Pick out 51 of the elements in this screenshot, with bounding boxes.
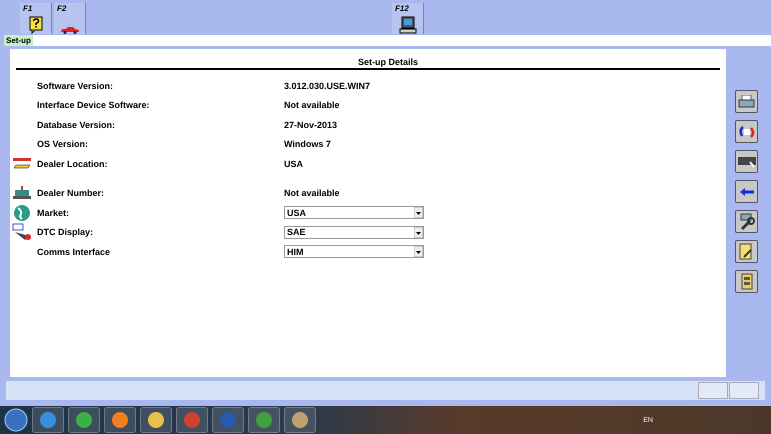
tool-button[interactable]	[735, 90, 758, 113]
computer-icon	[398, 16, 416, 34]
tool-button[interactable]	[735, 150, 758, 173]
field-label: Dealer Location:	[36, 158, 109, 169]
dropdown-field[interactable]: USA	[284, 206, 424, 220]
taskbar-app-button[interactable]	[104, 407, 136, 433]
field-label: Market:	[36, 208, 70, 218]
function-key-button[interactable]: F1	[20, 3, 52, 34]
field-value: 3.012.030.USE.WIN7	[284, 80, 370, 91]
field-value: Windows 7	[284, 139, 331, 150]
caret-icon	[414, 226, 423, 238]
taskbar-app-button[interactable]	[248, 407, 280, 433]
swap-icon	[738, 124, 756, 138]
field-label: Dealer Number:	[36, 188, 106, 198]
start-icon[interactable]	[4, 408, 28, 432]
panel-title: Set-up Details	[16, 55, 720, 70]
keyboard-icon	[738, 156, 756, 168]
caret-icon	[414, 207, 423, 218]
field-value: Not available	[284, 188, 340, 198]
field-label: Interface Device Software:	[36, 100, 151, 110]
breadcrumb-label: Set-up	[4, 35, 33, 46]
field-value: 27-Nov-2013	[284, 120, 338, 130]
car-icon	[60, 26, 80, 34]
notes-icon	[739, 243, 754, 260]
field-label: Database Version:	[36, 120, 116, 130]
tool-button[interactable]	[735, 240, 758, 263]
tool-button[interactable]	[735, 270, 758, 293]
caret-icon	[414, 246, 423, 258]
taskbar-app-button[interactable]	[284, 407, 316, 433]
dropdown-field[interactable]: SAE	[284, 226, 424, 239]
field-value: USA	[284, 158, 304, 169]
tool-button[interactable]	[735, 120, 758, 143]
panel-icon	[740, 273, 752, 290]
taskbar-app-button[interactable]	[68, 407, 100, 433]
building-icon	[13, 186, 31, 200]
tool-button[interactable]	[735, 210, 758, 233]
wrench-icon	[738, 213, 755, 230]
field-label: Software Version:	[36, 80, 114, 91]
function-key-button[interactable]: F2	[54, 3, 86, 34]
field-label: Comms Interface	[36, 246, 112, 257]
flag-icon	[12, 156, 32, 171]
taskbar-app-button[interactable]	[140, 407, 172, 433]
field-label: OS Version:	[36, 139, 90, 150]
dropdown-field[interactable]: HIM	[284, 245, 424, 258]
function-key-button[interactable]: F12	[392, 3, 424, 34]
field-value: Not available	[284, 100, 340, 110]
back-arrow-icon	[738, 186, 754, 196]
globe-icon	[13, 204, 31, 222]
field-label: DTC Display:	[36, 227, 94, 238]
help-icon	[28, 16, 42, 34]
printer-icon	[738, 94, 755, 108]
